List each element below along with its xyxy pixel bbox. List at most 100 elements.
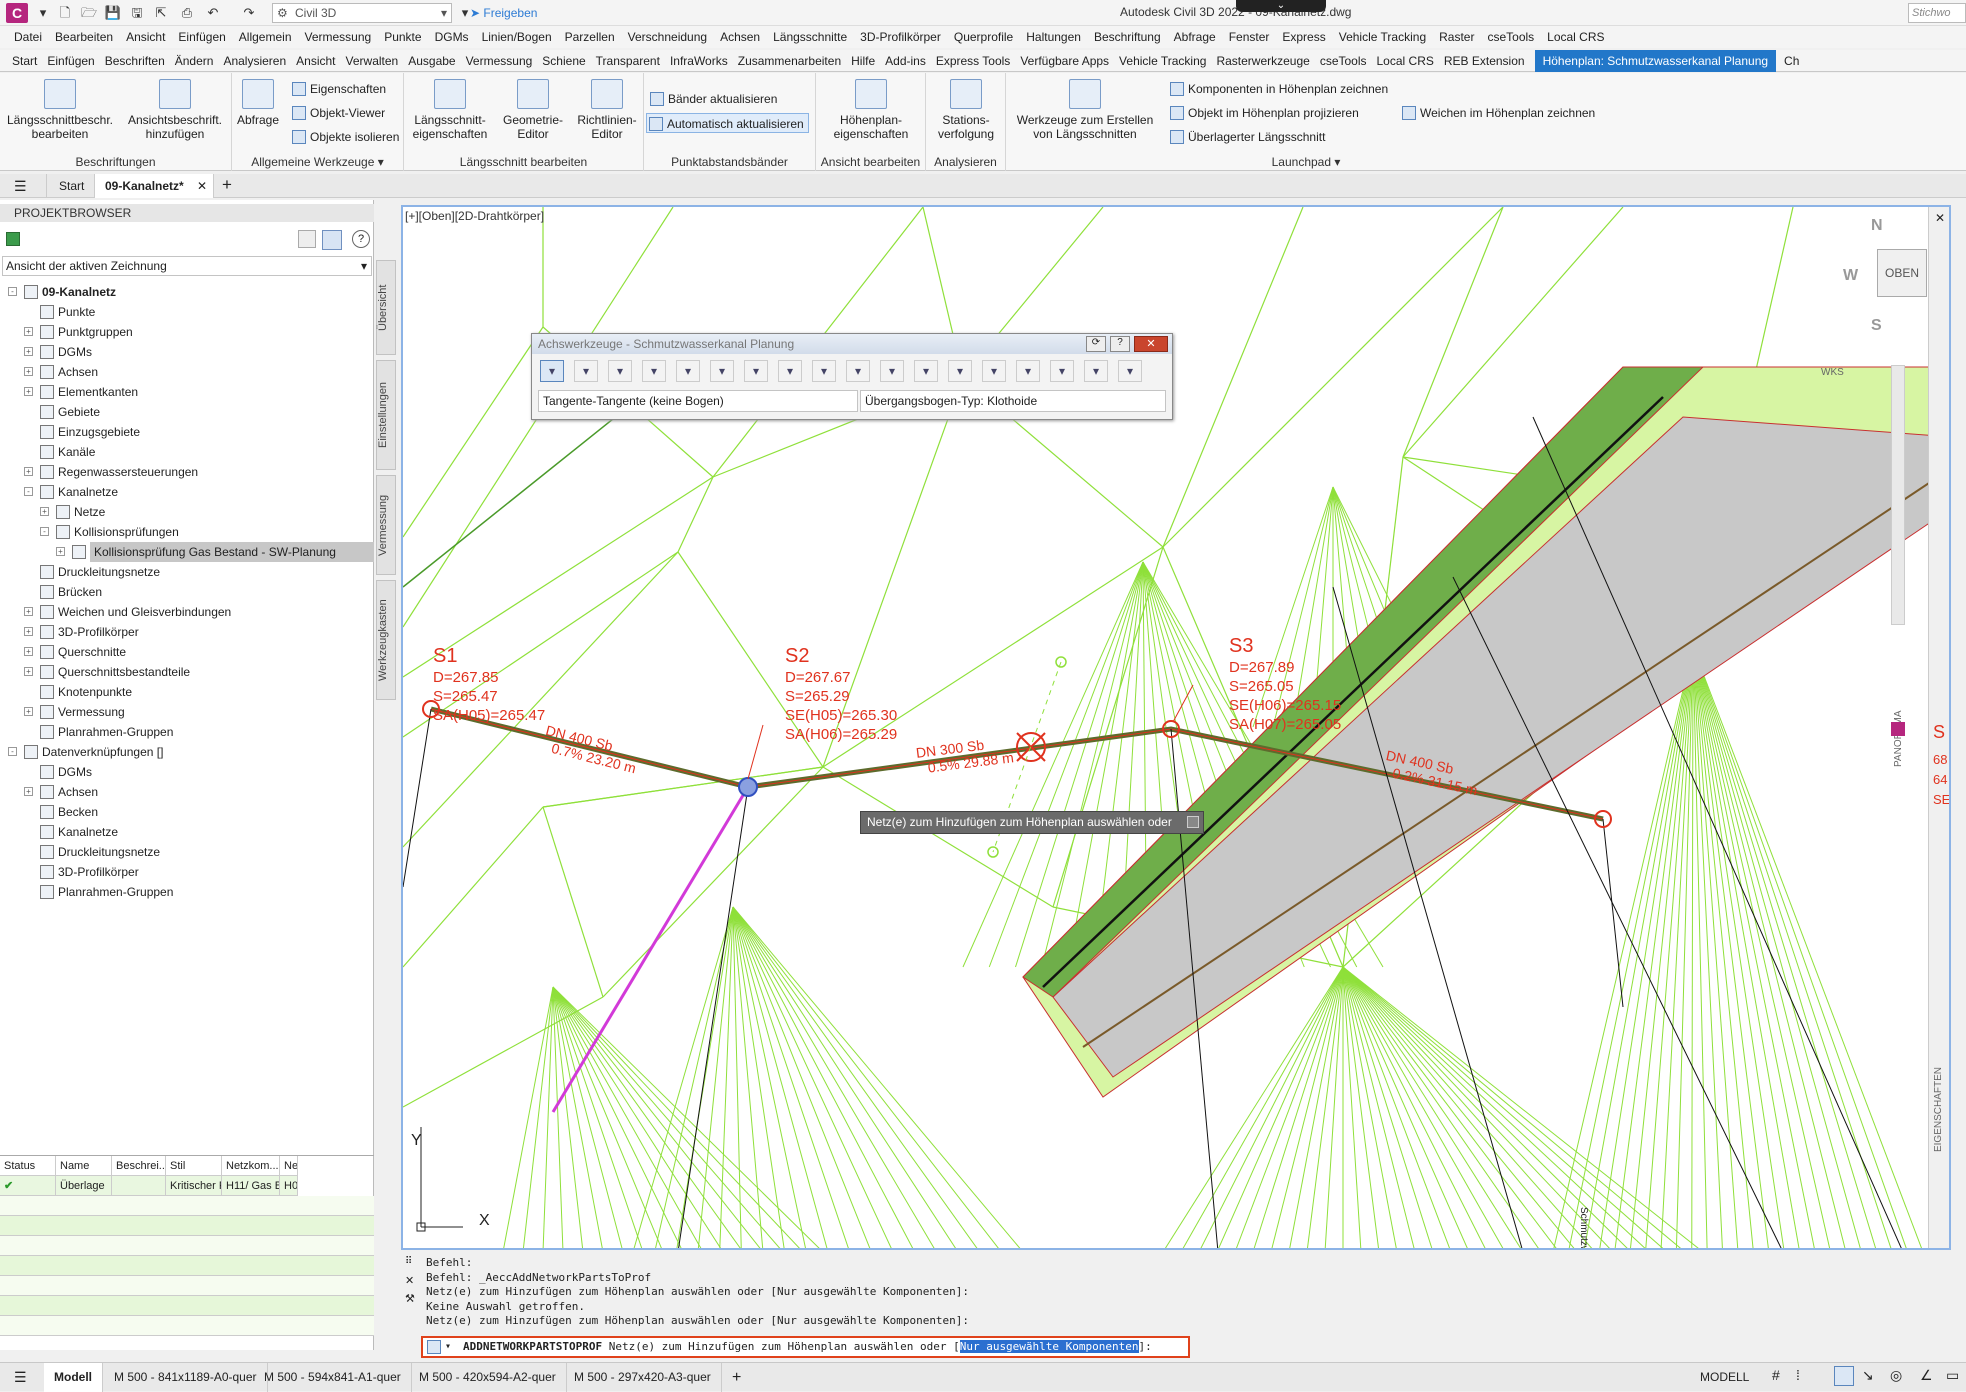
ribbon-tab[interactable]: Transparent [596,50,670,72]
civil-app-icon[interactable] [1891,722,1905,736]
sidetab-settings[interactable]: Einstellungen [376,360,396,470]
grip-icon[interactable]: ⠿ [405,1256,412,1267]
menu-item[interactable]: Allgemein [239,30,305,44]
navigation-bar[interactable] [1891,365,1905,625]
ribbon-tab[interactable]: Hilfe [851,50,885,72]
expand-icon[interactable]: + [56,547,65,556]
sidetab-survey[interactable]: Vermessung [376,475,396,575]
new-tab-plus-icon[interactable]: + [222,175,232,195]
ribbon-tab[interactable]: Schiene [542,50,595,72]
tree-node[interactable]: Planrahmen-Gruppen [0,882,374,902]
tree-node[interactable]: 3D-Profilkörper [0,862,374,882]
view-select[interactable]: Ansicht der aktiven Zeichnung ▾ [2,256,372,276]
menu-item[interactable]: Haltungen [1026,30,1094,44]
panorama-tab[interactable]: PANORAMA [1893,647,1905,768]
tree-node[interactable]: + Elementkanten [0,382,374,402]
redo-icon[interactable]: ↷ [240,4,258,22]
compass-north[interactable]: N [1871,217,1883,235]
tree-node[interactable]: Punkte [0,302,374,322]
collapse-icon[interactable]: - [40,527,49,536]
menu-item[interactable]: Längsschnitte [773,30,860,44]
help-icon[interactable]: ? [1110,336,1130,352]
ribbon-tab[interactable]: Rasterwerkzeuge [1216,50,1319,72]
ribbon-tab[interactable]: Ausgabe [408,50,465,72]
ribbon-tab[interactable]: Verfügbare Apps [1020,50,1119,72]
refresh-icon[interactable]: ⟳ [1086,336,1106,352]
ribbon-tab[interactable]: REB Extension [1444,50,1535,72]
geometry-editor-button[interactable]: Geometrie-Editor [498,79,568,141]
ribbon-group-label[interactable]: Launchpad ▾ [1156,155,1456,169]
help-icon[interactable]: ? [352,230,370,248]
edit-profile-labels-button[interactable]: Längsschnittbeschr. bearbeiten [4,79,116,141]
tab-layout[interactable]: M 500 - 841x1189-A0-quer [104,1363,268,1392]
expand-icon[interactable]: + [24,607,33,616]
sub-entity-editor-icon[interactable]: ▾ [982,360,1006,382]
menu-item[interactable]: Raster [1439,30,1487,44]
grid-header[interactable]: Ne [280,1156,298,1176]
ribbon-group-label[interactable]: Allgemeine Werkzeuge ▾ [232,155,403,169]
command-icon[interactable] [427,1340,441,1354]
wrench-icon[interactable]: ⚒ [405,1292,415,1305]
expand-icon[interactable]: + [24,327,33,336]
menu-item[interactable]: Vehicle Tracking [1339,30,1439,44]
expand-icon[interactable]: + [24,667,33,676]
line-tool-icon[interactable]: ▾ [676,360,700,382]
grid-header[interactable]: Netzkom... [222,1156,280,1176]
wcs-label[interactable]: WKS [1821,367,1844,378]
grid-cell[interactable]: ✔ [0,1176,56,1196]
viewcube[interactable]: N W S OBEN [1843,207,1927,337]
otrack-icon[interactable]: ∠ [1920,1367,1933,1384]
compass-south[interactable]: S [1871,317,1882,335]
add-view-labels-button[interactable]: Ansichtsbeschrift. hinzufügen [120,79,230,141]
sidetab-toolbox[interactable]: Werkzeugkasten [376,580,396,700]
tree-node[interactable]: - Kollisionsprüfungen [0,522,374,542]
print-icon[interactable]: ⎙ [178,4,196,22]
close-icon[interactable]: ✕ [405,1274,414,1287]
ribbon-tab[interactable]: Ch [1784,50,1809,72]
tree-node[interactable]: + Querschnitte [0,642,374,662]
ribbon-tab[interactable]: Beschriften [105,50,175,72]
new-file-icon[interactable]: 🗋 [56,4,74,22]
fixed-line-icon[interactable]: ▾ [778,360,802,382]
command-input[interactable]: ▾ ADDNETWORKPARTSTOPROF Netz(e) zum Hinz… [421,1336,1190,1358]
converter-icon[interactable]: ▾ [846,360,870,382]
tree-node[interactable]: +3D-Profilkörper [0,622,374,642]
alignment-layout-toolbar[interactable]: Achswerkzeuge - Schmutzwasserkanal Planu… [531,333,1173,420]
design-check-icon[interactable]: ▾ [1050,360,1074,382]
tab-start[interactable]: Start [46,174,96,198]
ribbon-tab[interactable]: cseTools [1320,50,1377,72]
command-option-selected-only[interactable]: Nur ausgewählte Komponenten [959,1340,1139,1353]
delete-element-icon[interactable]: ▾ [914,360,938,382]
hamburger-menu-icon[interactable]: ☰ [14,1369,27,1386]
ribbon-tab[interactable]: Ändern [175,50,224,72]
curve-tool-icon[interactable]: ▾ [710,360,734,382]
menu-item[interactable]: Verschneidung [628,30,720,44]
snap-icon[interactable]: ⁞ [1796,1367,1800,1383]
tree-node[interactable]: Planrahmen-Gruppen [0,722,374,742]
draw-parts-in-profile-button[interactable]: Komponenten in Höhenplan zeichnen [1168,79,1388,99]
profile-creation-tools-button[interactable]: Werkzeuge zum Erstellen von Längsschnitt… [1010,79,1160,141]
tree-node[interactable]: + Punktgruppen [0,322,374,342]
expand-icon[interactable]: + [24,627,33,636]
menu-bar-toggle-icon[interactable]: ⌄ [1236,0,1326,12]
ribbon-tab[interactable]: Einfügen [47,50,104,72]
hamburger-menu-icon[interactable]: ☰ [14,178,27,195]
close-icon[interactable]: ✕ [197,174,207,198]
ribbon-tab[interactable]: Add-ins [885,50,936,72]
expand-icon[interactable]: + [24,787,33,796]
floating-curve-icon[interactable]: ▾ [812,360,836,382]
ribbon-tab[interactable]: Höhenplan: Schmutzwasserkanal Planung [1534,49,1777,72]
compass-west[interactable]: W [1843,267,1858,285]
tree-node[interactable]: Brücken [0,582,374,602]
station-tracker-button[interactable]: Stations-verfolgung [930,79,1002,141]
chevron-down-icon[interactable]: ▾ [445,1338,451,1356]
toolbar-titlebar[interactable]: Achswerkzeuge - Schmutzwasserkanal Planu… [532,334,1172,354]
tree-node[interactable]: Gebiete [0,402,374,422]
menu-item[interactable]: DGMs [435,30,482,44]
undo-icon[interactable]: ▾ [1084,360,1108,382]
grid-cell[interactable]: Überlage [56,1176,112,1196]
tab-layout[interactable]: M 500 - 594x841-A1-quer [254,1363,412,1392]
tab-model[interactable]: Modell [44,1363,103,1392]
tree-node[interactable]: Druckleitungsnetze [0,562,374,582]
tree-node[interactable]: + Netze [0,502,374,522]
